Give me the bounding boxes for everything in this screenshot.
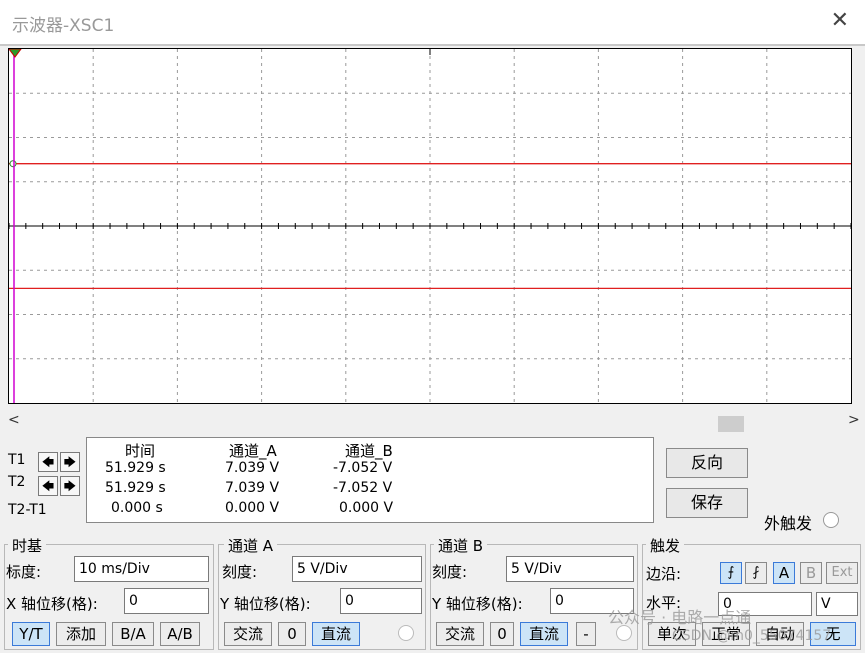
t1-right-arrow-icon[interactable]: 🡆 (60, 452, 80, 472)
channel-a-radio[interactable] (398, 625, 414, 641)
scrollbar-thumb[interactable] (718, 416, 744, 432)
scope-screen (8, 48, 852, 404)
rising-edge-icon[interactable]: ⨍ (720, 562, 742, 584)
timebase-xpos-label: X 轴位移(格): (6, 595, 98, 613)
channel-b-dc-button[interactable]: 直流 (520, 622, 568, 646)
channel-b-scale-field[interactable]: 5 V/Div (506, 556, 634, 582)
channel-a-dc-button[interactable]: 直流 (312, 622, 360, 646)
watermark-csdn: CSDN @m0_55074157 (672, 628, 832, 644)
timebase-title: 时基 (8, 535, 47, 556)
close-icon[interactable]: ✕ (831, 8, 849, 33)
timebase-scale-label: 标度: (6, 563, 42, 581)
header-channel-b: 通道_B (345, 442, 393, 460)
t1-channel-a: 7.039 V (225, 460, 280, 476)
t2-label: T2 (8, 474, 26, 490)
diff-channel-b: 0.000 V (339, 500, 394, 516)
t1-channel-b: -7.052 V (333, 460, 393, 476)
scroll-right-icon[interactable]: > (848, 412, 860, 428)
reverse-button[interactable]: 反向 (666, 448, 748, 478)
channel-a-scale-field[interactable]: 5 V/Div (292, 556, 422, 582)
header-time: 时间 (125, 442, 156, 460)
channel-a-ypos-field[interactable]: 0 (340, 588, 422, 614)
channel-b-title: 通道 B (434, 535, 488, 556)
trigger-title: 触发 (646, 535, 685, 556)
title-divider (0, 44, 865, 46)
cursor-controls: T1 🡄 🡆 T2 🡄 🡆 T2-T1 (4, 438, 82, 520)
title-bar: 示波器-XSC1 ✕ (0, 0, 865, 44)
mode-ba-button[interactable]: B/A (112, 622, 154, 646)
mode-add-button[interactable]: 添加 (56, 622, 106, 646)
falling-edge-icon[interactable]: ⨏ (745, 562, 767, 584)
mode-ab-button[interactable]: A/B (160, 622, 200, 646)
channel-b-scale-label: 刻度: (432, 563, 468, 581)
cursor-readout: 时间 通道_A 通道_B 51.929 s 7.039 V -7.052 V 5… (86, 437, 654, 523)
scope-grid (9, 49, 851, 403)
channel-b-zero-button[interactable]: 0 (490, 622, 514, 646)
channel-a-zero-button[interactable]: 0 (278, 622, 306, 646)
channel-b-ypos-label: Y 轴位移(格): (432, 595, 523, 613)
trigger-level-unit[interactable]: V (816, 592, 858, 616)
scroll-left-icon[interactable]: < (8, 412, 20, 428)
t2t1-label: T2-T1 (8, 502, 47, 518)
t2-channel-a: 7.039 V (225, 480, 280, 496)
channel-a-scale-label: 刻度: (222, 563, 258, 581)
channel-b-ac-button[interactable]: 交流 (436, 622, 484, 646)
timebase-scale-field[interactable]: 10 ms/Div (74, 556, 209, 582)
channel-b-minus-button[interactable]: - (576, 622, 596, 646)
t2-channel-b: -7.052 V (333, 480, 393, 496)
ext-trigger-label: 外触发 (764, 514, 813, 533)
trigger-source-ext-button[interactable]: Ext (826, 562, 858, 584)
cursor-handle-icon (9, 49, 22, 58)
save-button[interactable]: 保存 (666, 488, 748, 518)
trigger-source-a-button[interactable]: A (773, 562, 795, 584)
watermark-wechat: 公众号 · 电路一点通 (608, 608, 752, 627)
window-title: 示波器-XSC1 (12, 16, 115, 36)
t2-right-arrow-icon[interactable]: 🡆 (60, 476, 80, 496)
t2-left-arrow-icon[interactable]: 🡄 (38, 476, 58, 496)
t1-label: T1 (8, 452, 26, 468)
channel-a-ypos-label: Y 轴位移(格): (220, 595, 311, 613)
header-channel-a: 通道_A (229, 442, 277, 460)
channel-a-marker-icon (9, 160, 17, 168)
trigger-source-b-button[interactable]: B (800, 562, 822, 584)
t1-time: 51.929 s (105, 460, 166, 476)
diff-channel-a: 0.000 V (225, 500, 280, 516)
t1-left-arrow-icon[interactable]: 🡄 (38, 452, 58, 472)
channel-a-title: 通道 A (224, 535, 278, 556)
t2-time: 51.929 s (105, 480, 166, 496)
mode-yt-button[interactable]: Y/T (12, 622, 50, 646)
trigger-edge-label: 边沿: (646, 565, 682, 583)
timebase-xpos-field[interactable]: 0 (124, 588, 209, 614)
channel-a-ac-button[interactable]: 交流 (224, 622, 272, 646)
ext-trigger-radio[interactable] (823, 512, 839, 528)
diff-time: 0.000 s (111, 500, 163, 516)
